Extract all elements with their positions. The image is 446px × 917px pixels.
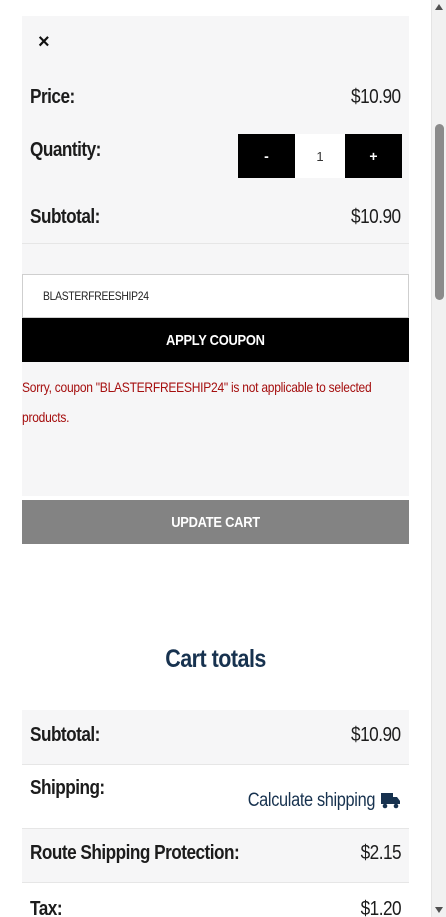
- update-cart-label: UPDATE CART: [171, 513, 260, 531]
- totals-shipping-label: Shipping:: [30, 777, 105, 799]
- price-label: Price:: [30, 85, 75, 108]
- coupon-error-message: Sorry, coupon "BLASTERFREESHIP24" is not…: [22, 372, 409, 432]
- quantity-label: Quantity:: [30, 138, 101, 161]
- item-subtotal-value: $10.90: [351, 205, 401, 228]
- quantity-increase-button[interactable]: +: [345, 134, 402, 178]
- totals-tax-value: $1.20: [360, 898, 402, 917]
- scroll-down-arrow-icon[interactable]: [435, 907, 443, 913]
- quantity-decrease-button[interactable]: -: [238, 134, 295, 178]
- totals-subtotal-value: $10.90: [351, 724, 401, 746]
- calculate-shipping-link[interactable]: Calculate shipping: [227, 790, 401, 812]
- coupon-code-input[interactable]: BLASTERFREESHIP24: [22, 274, 409, 318]
- item-subtotal-label: Subtotal:: [30, 205, 100, 228]
- apply-coupon-label: APPLY COUPON: [166, 331, 265, 349]
- apply-coupon-button[interactable]: APPLY COUPON: [22, 318, 409, 362]
- quantity-input[interactable]: 1: [295, 134, 345, 178]
- price-value: $10.90: [351, 85, 401, 108]
- totals-route-row: Route Shipping Protection: $2.15: [22, 829, 409, 882]
- totals-route-value: $2.15: [360, 842, 402, 864]
- totals-route-label: Route Shipping Protection:: [30, 842, 240, 864]
- update-cart-button[interactable]: UPDATE CART: [22, 500, 409, 544]
- cart-totals-title: Cart totals: [165, 645, 266, 673]
- totals-subtotal-row: Subtotal: $10.90: [22, 710, 409, 764]
- totals-shipping-row: Shipping: Calculate shipping: [22, 765, 409, 828]
- divider: [22, 243, 409, 244]
- price-row: Price: $10.90: [22, 80, 409, 114]
- cart-totals-heading: Cart totals: [22, 645, 409, 674]
- totals-tax-label: Tax:: [30, 898, 63, 917]
- scroll-up-arrow-icon[interactable]: [435, 4, 443, 10]
- scrollbar-thumb[interactable]: [435, 124, 444, 300]
- quantity-stepper: - 1 +: [238, 134, 402, 178]
- remove-item-icon[interactable]: ×: [38, 31, 50, 53]
- truck-icon: [381, 792, 401, 810]
- vertical-scrollbar[interactable]: [431, 0, 446, 917]
- item-subtotal-row: Subtotal: $10.90: [22, 200, 409, 234]
- totals-tax-row: Tax: $1.20: [22, 883, 409, 917]
- coupon-error-text: Sorry, coupon "BLASTERFREESHIP24" is not…: [22, 379, 372, 425]
- calculate-shipping-text: Calculate shipping: [247, 790, 376, 811]
- totals-subtotal-label: Subtotal:: [30, 724, 100, 746]
- coupon-code-value: BLASTERFREESHIP24: [43, 289, 149, 303]
- cart-page: × Price: $10.90 Quantity: - 1 + Subtotal…: [0, 0, 431, 917]
- cart-item-card: × Price: $10.90 Quantity: - 1 + Subtotal…: [22, 16, 409, 496]
